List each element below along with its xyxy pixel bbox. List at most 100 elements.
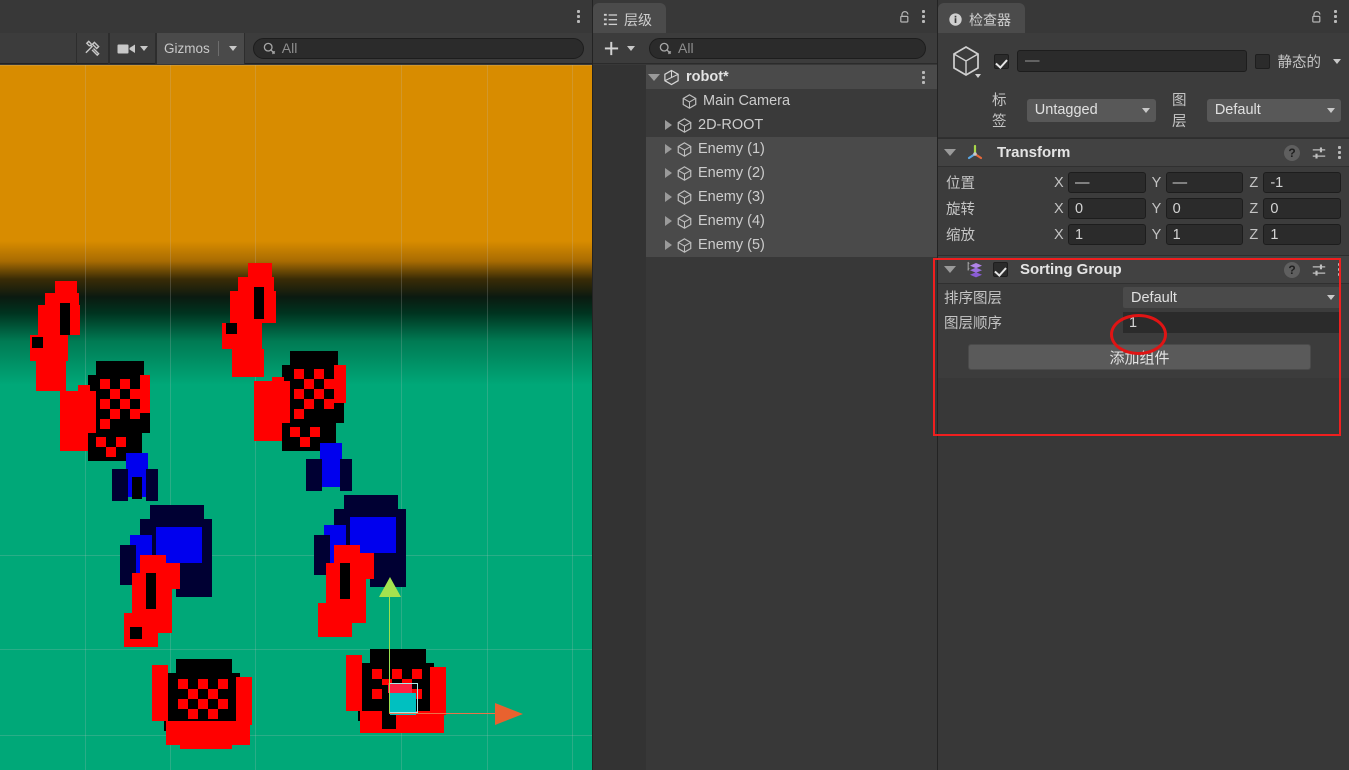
kebab-menu-icon[interactable] [577, 10, 580, 23]
scene-tab-empty [0, 0, 577, 33]
static-caret-icon[interactable] [1333, 58, 1341, 64]
chevron-right-icon[interactable] [665, 144, 672, 154]
gizmos-button[interactable]: Gizmos [156, 32, 245, 64]
gameobject-cube-icon [682, 93, 697, 109]
kebab-menu-icon[interactable] [1338, 146, 1341, 159]
scale-y-input[interactable]: 1 [1165, 224, 1244, 245]
gizmos-divider [217, 40, 219, 56]
transform-header[interactable]: Transform ? [938, 139, 1349, 167]
tab-inspector[interactable]: 检查器 [938, 3, 1025, 36]
rotation-x-input[interactable]: 0 [1068, 198, 1146, 219]
preset-settings-icon[interactable] [1311, 262, 1327, 278]
grid-line-horizontal [0, 65, 592, 66]
sprite-pixel [36, 361, 66, 391]
chevron-right-icon[interactable] [665, 216, 672, 226]
hierarchy-row-2d-root[interactable]: 2D-ROOT [593, 113, 937, 137]
position-x-input[interactable]: — [1068, 172, 1146, 193]
chevron-down-icon[interactable] [944, 149, 956, 156]
kebab-menu-icon[interactable] [1334, 10, 1337, 23]
sprite-pixel [146, 469, 158, 501]
sprite-pixel [116, 437, 126, 447]
rotation-y-field[interactable]: Y 0 [1152, 198, 1244, 219]
chevron-down-icon[interactable] [944, 266, 956, 273]
sprite-pixel [294, 389, 304, 399]
scale-z-input[interactable]: 1 [1263, 224, 1342, 245]
tab-hierarchy[interactable]: 层级 [593, 3, 666, 36]
prefab-cube-icon[interactable] [946, 41, 986, 81]
create-object-button[interactable] [593, 40, 641, 57]
rotation-z-input[interactable]: 0 [1263, 198, 1342, 219]
scale-y-field[interactable]: Y 1 [1152, 224, 1244, 245]
hierarchy-row-enemy-4[interactable]: Enemy (4) [593, 209, 937, 233]
rotation-x-field[interactable]: X 0 [1054, 198, 1146, 219]
camera-view-button[interactable] [109, 32, 156, 64]
position-z-input[interactable]: -1 [1263, 172, 1342, 193]
position-x-field[interactable]: X — [1054, 172, 1146, 193]
chevron-right-icon[interactable] [665, 120, 672, 130]
order-in-layer-label: 图层顺序 [944, 316, 1002, 332]
chevron-down-icon[interactable] [648, 73, 660, 81]
lock-icon[interactable] [1310, 10, 1324, 24]
hierarchy-tree[interactable]: robot* Main Camera 2D-ROOT Enemy (1) Ene… [593, 65, 937, 770]
scene-canvas[interactable] [0, 65, 592, 770]
hierarchy-row-enemy-2[interactable]: Enemy (2) [593, 161, 937, 185]
hierarchy-row-main-camera[interactable]: Main Camera [593, 89, 937, 113]
sprite-pixel [100, 419, 110, 429]
sorting-layer-row: 排序图层 Default [938, 286, 1341, 309]
gameobject-name-field[interactable]: — [1017, 50, 1247, 72]
gizmo-y-axis-arrow[interactable] [379, 577, 401, 597]
scale-z-field[interactable]: Z 1 [1249, 224, 1342, 245]
chevron-right-icon[interactable] [665, 240, 672, 250]
sprite-pixel [372, 669, 382, 679]
sprite-pixel [346, 655, 362, 711]
scale-x-field[interactable]: X 1 [1054, 224, 1146, 245]
position-z-field[interactable]: Z -1 [1249, 172, 1342, 193]
help-icon[interactable]: ? [1284, 144, 1300, 161]
order-in-layer-input[interactable]: 1 [1123, 312, 1341, 333]
sorting-group-enabled-checkbox[interactable] [993, 262, 1008, 277]
hierarchy-row-enemy-3[interactable]: Enemy (3) [593, 185, 937, 209]
sprite-pixel [106, 447, 116, 457]
hierarchy-search-input[interactable]: All [649, 37, 926, 59]
grid-line-vertical [572, 65, 573, 770]
row-guide [593, 137, 646, 161]
transform-title: Transform [997, 144, 1071, 161]
grid-line-horizontal [0, 735, 592, 736]
kebab-menu-icon[interactable] [1338, 263, 1341, 276]
hierarchy-row-enemy-5[interactable]: Enemy (5) [593, 233, 937, 257]
scene-search-input[interactable]: All [252, 37, 584, 59]
lock-icon[interactable] [898, 10, 912, 24]
sorting-group-header[interactable]: Sorting Group ? [938, 256, 1349, 284]
sprite-pixel [226, 323, 237, 334]
help-icon[interactable]: ? [1284, 261, 1300, 278]
sprite-pixel [340, 459, 352, 491]
gizmo-y-axis-line[interactable] [389, 595, 390, 713]
tools-button[interactable] [76, 32, 109, 64]
hierarchy-row-scene[interactable]: robot* [593, 65, 937, 89]
inspector-tab-icons [1310, 0, 1349, 33]
scale-x-input[interactable]: 1 [1068, 224, 1146, 245]
kebab-menu-icon[interactable] [922, 70, 925, 84]
tag-dropdown[interactable]: Untagged [1026, 98, 1157, 122]
hierarchy-row-enemy-1[interactable]: Enemy (1) [593, 137, 937, 161]
kebab-menu-icon[interactable] [922, 10, 925, 23]
add-component-button[interactable]: 添加组件 [968, 344, 1311, 370]
gameobject-enabled-checkbox[interactable] [994, 53, 1009, 69]
preset-settings-icon[interactable] [1311, 145, 1327, 161]
rotation-label: 旋转 [946, 202, 975, 218]
sprite-pixel [290, 351, 338, 365]
position-y-field[interactable]: Y — [1152, 172, 1244, 193]
sorting-layer-dropdown[interactable]: Default [1123, 287, 1341, 308]
gizmo-x-axis-line[interactable] [389, 713, 497, 714]
hierarchy-item-label: Enemy (1) [698, 141, 765, 157]
rotation-y-input[interactable]: 0 [1165, 198, 1244, 219]
hierarchy-empty-area[interactable] [593, 257, 937, 770]
chevron-right-icon[interactable] [665, 192, 672, 202]
static-checkbox[interactable] [1254, 53, 1270, 69]
layer-dropdown[interactable]: Default [1206, 98, 1341, 122]
gizmo-x-axis-arrow[interactable] [495, 703, 523, 725]
position-y-input[interactable]: — [1165, 172, 1244, 193]
chevron-right-icon[interactable] [665, 168, 672, 178]
rotation-z-field[interactable]: Z 0 [1249, 198, 1342, 219]
row-guide [593, 209, 646, 233]
